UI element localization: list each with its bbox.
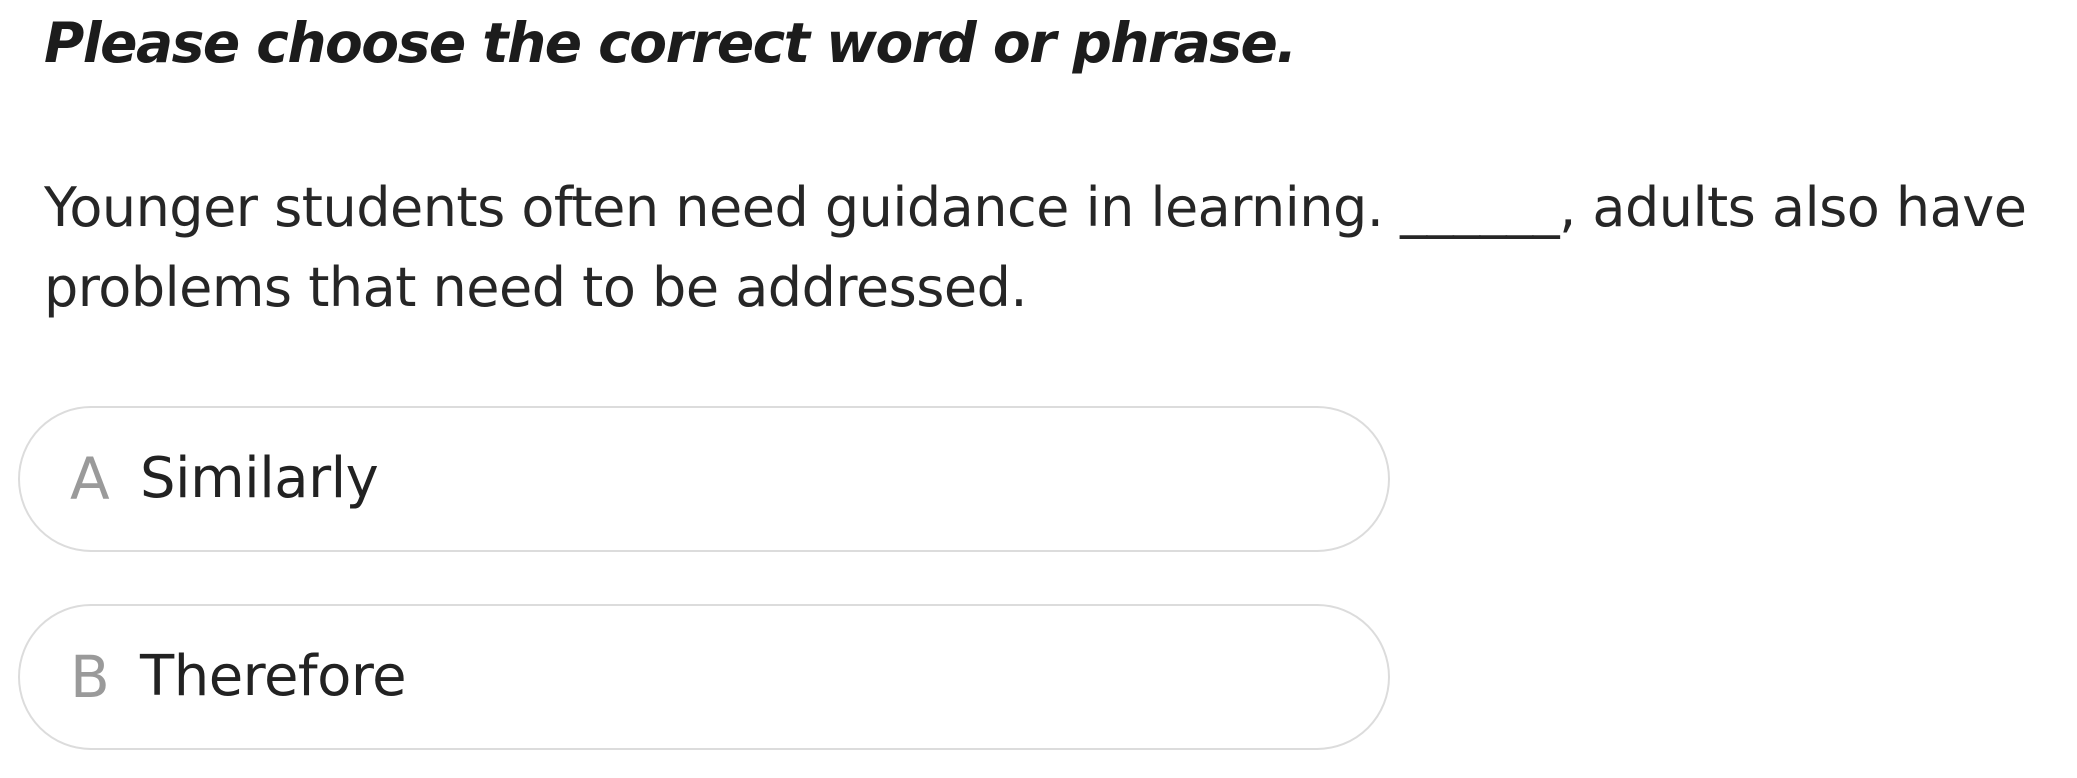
option-letter: A: [70, 445, 110, 513]
instruction-heading: Please choose the correct word or phrase…: [44, 11, 1297, 75]
option-letter: B: [70, 643, 110, 711]
question-text: Younger students often need guidance in …: [44, 176, 2027, 319]
answer-option-a[interactable]: A Similarly: [18, 406, 1390, 552]
answer-option-b[interactable]: B Therefore: [18, 604, 1390, 750]
option-label: Therefore: [140, 644, 407, 709]
option-label: Similarly: [140, 446, 379, 511]
